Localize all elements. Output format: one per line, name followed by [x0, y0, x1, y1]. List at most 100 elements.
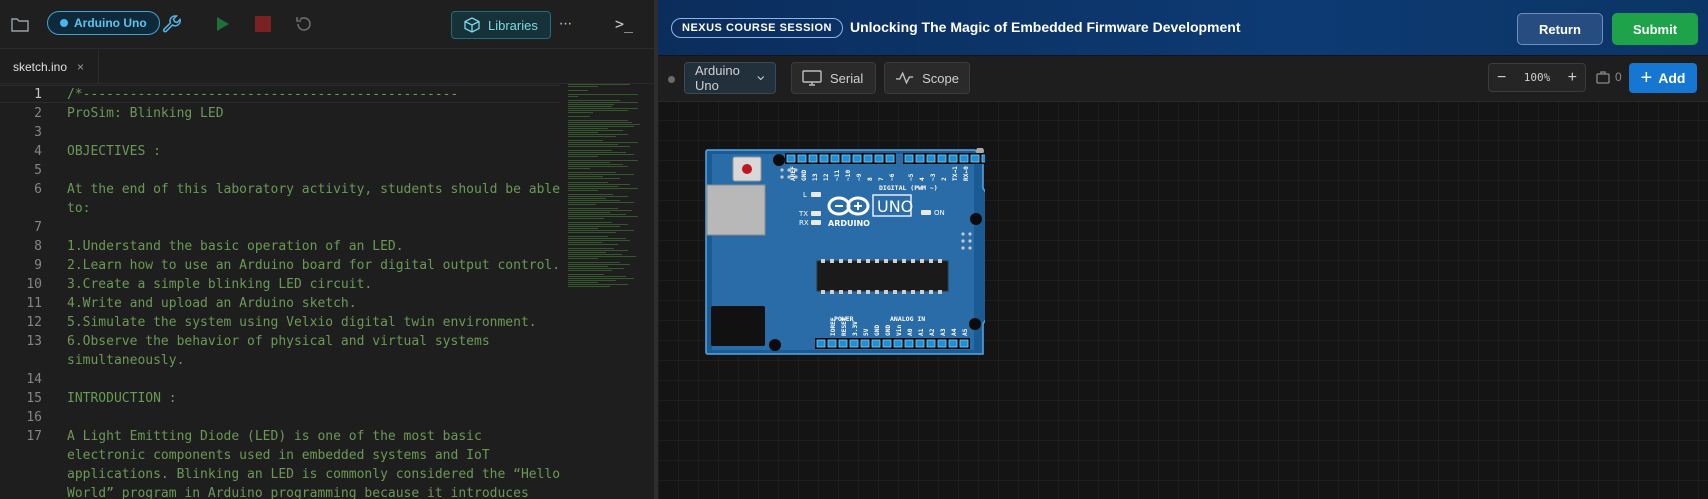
- stop-icon[interactable]: [251, 12, 275, 36]
- minimap-row: [568, 124, 640, 125]
- led-l-label: L: [803, 191, 807, 199]
- code-line[interactable]: 1.Understand the basic operation of an L…: [67, 239, 404, 254]
- return-button[interactable]: Return: [1517, 13, 1603, 45]
- header-pin[interactable]: [915, 154, 925, 163]
- minimap-row: [568, 242, 602, 243]
- header-pin[interactable]: [915, 339, 925, 348]
- power-label: POWER: [834, 315, 854, 323]
- pin-label: 13: [812, 173, 819, 181]
- libraries-button[interactable]: Libraries: [451, 11, 551, 39]
- header-pin[interactable]: [797, 154, 807, 163]
- header-pin[interactable]: [849, 339, 859, 348]
- header-pin[interactable]: [885, 154, 895, 163]
- header-pin[interactable]: [904, 339, 914, 348]
- code-line[interactable]: OBJECTIVES :: [67, 144, 161, 159]
- board-selector-pill[interactable]: Arduino Uno: [47, 11, 160, 35]
- chip-pin: [920, 290, 924, 294]
- code-line[interactable]: ProSim: Blinking LED: [67, 106, 224, 121]
- scope-label: Scope: [922, 70, 959, 86]
- header-pin[interactable]: [937, 154, 947, 163]
- plus-icon: +: [1640, 67, 1653, 89]
- chip-pin: [866, 290, 870, 294]
- zoom-in-button[interactable]: +: [1568, 69, 1577, 87]
- board-select[interactable]: Arduino Uno: [684, 62, 776, 94]
- header-pin[interactable]: [786, 154, 796, 163]
- code-editor[interactable]: 1 /*-------------------------------------…: [0, 84, 560, 499]
- reset-icon[interactable]: [292, 12, 316, 36]
- header-pin[interactable]: [904, 154, 914, 163]
- led-l: [811, 192, 821, 197]
- code-line[interactable]: 6.Observe the behavior of physical and v…: [67, 334, 490, 349]
- add-component-button[interactable]: + Add: [1629, 63, 1697, 93]
- code-line[interactable]: 5.Simulate the system using Velxio digit…: [67, 315, 537, 330]
- zoom-out-button[interactable]: −: [1497, 69, 1506, 87]
- wrench-icon[interactable]: [160, 12, 184, 36]
- code-line[interactable]: electronic components used in embedded s…: [67, 448, 490, 463]
- code-line[interactable]: 3.Create a simple blinking LED circuit.: [67, 277, 372, 292]
- code-line[interactable]: 2.Learn how to use an Arduino board for …: [67, 258, 560, 273]
- header-pin[interactable]: [926, 339, 936, 348]
- code-line[interactable]: World” program in Arduino programming be…: [67, 486, 529, 499]
- line-number: 6: [34, 182, 42, 197]
- code-line[interactable]: 4.Write and upload an Arduino sketch.: [67, 296, 357, 311]
- header-pin[interactable]: [819, 154, 829, 163]
- minimap-row: [568, 162, 610, 163]
- line-number: 3: [34, 125, 42, 140]
- line-number: 7: [34, 220, 42, 235]
- header-pin[interactable]: [852, 154, 862, 163]
- code-line[interactable]: simultaneously.: [67, 353, 184, 368]
- minimap-row: [568, 254, 622, 255]
- analog-header: [903, 338, 970, 349]
- code-line[interactable]: /*--------------------------------------…: [67, 87, 458, 102]
- code-line[interactable]: INTRODUCTION :: [67, 391, 177, 406]
- header-pin[interactable]: [959, 339, 969, 348]
- board-model: UNO: [877, 197, 913, 216]
- led-on: [921, 210, 931, 215]
- led-on-label: ON: [934, 209, 945, 217]
- header-pin[interactable]: [827, 339, 837, 348]
- header-pin[interactable]: [948, 339, 958, 348]
- minimap-row: [568, 190, 598, 191]
- terminal-icon[interactable]: >_: [611, 12, 637, 36]
- header-pin[interactable]: [871, 339, 881, 348]
- chip-pin: [857, 259, 861, 263]
- header-pin[interactable]: [808, 154, 818, 163]
- header-pin[interactable]: [981, 154, 985, 163]
- led-tx-label: TX: [798, 210, 808, 218]
- code-line[interactable]: A Light Emitting Diode (LED) is one of t…: [67, 429, 482, 444]
- header-pin[interactable]: [882, 339, 892, 348]
- run-icon[interactable]: [211, 12, 235, 36]
- folder-icon[interactable]: [8, 12, 32, 36]
- header-pin[interactable]: [860, 339, 870, 348]
- header-pin[interactable]: [970, 154, 980, 163]
- header-pin[interactable]: [948, 154, 958, 163]
- header-pin[interactable]: [841, 154, 851, 163]
- chip-pin: [902, 259, 906, 263]
- close-tab-icon[interactable]: ×: [77, 60, 84, 74]
- header-pin[interactable]: [959, 154, 969, 163]
- pin-label: AREF: [790, 166, 797, 181]
- line-number: 10: [26, 277, 42, 292]
- code-line[interactable]: to:: [67, 201, 90, 216]
- editor-minimap[interactable]: [568, 84, 646, 334]
- tab-sketch-ino[interactable]: sketch.ino ×: [0, 49, 99, 83]
- header-pin[interactable]: [893, 339, 903, 348]
- header-pin[interactable]: [863, 154, 873, 163]
- header-pin[interactable]: [937, 339, 947, 348]
- minimap-row: [568, 218, 604, 219]
- arduino-uno-board[interactable]: AREF GND 13 12 ~11 ~10 ~9 8 7 ~6 ~5 4 ~3 2 TX→1 RX←0IOR…: [705, 148, 985, 356]
- scope-button[interactable]: Scope: [884, 62, 970, 94]
- header-pin[interactable]: [838, 339, 848, 348]
- header-pin[interactable]: [816, 339, 826, 348]
- more-options-icon[interactable]: ···: [553, 12, 577, 36]
- header-pin[interactable]: [874, 154, 884, 163]
- minimap-row: [568, 144, 618, 145]
- header-pin[interactable]: [926, 154, 936, 163]
- monitor-icon: [802, 70, 822, 86]
- submit-button[interactable]: Submit: [1612, 13, 1698, 45]
- code-line[interactable]: applications. Blinking an LED is commonl…: [67, 467, 560, 482]
- minimap-row: [568, 216, 638, 217]
- header-pin[interactable]: [830, 154, 840, 163]
- serial-button[interactable]: Serial: [791, 62, 876, 94]
- code-line[interactable]: At the end of this laboratory activity, …: [67, 182, 560, 197]
